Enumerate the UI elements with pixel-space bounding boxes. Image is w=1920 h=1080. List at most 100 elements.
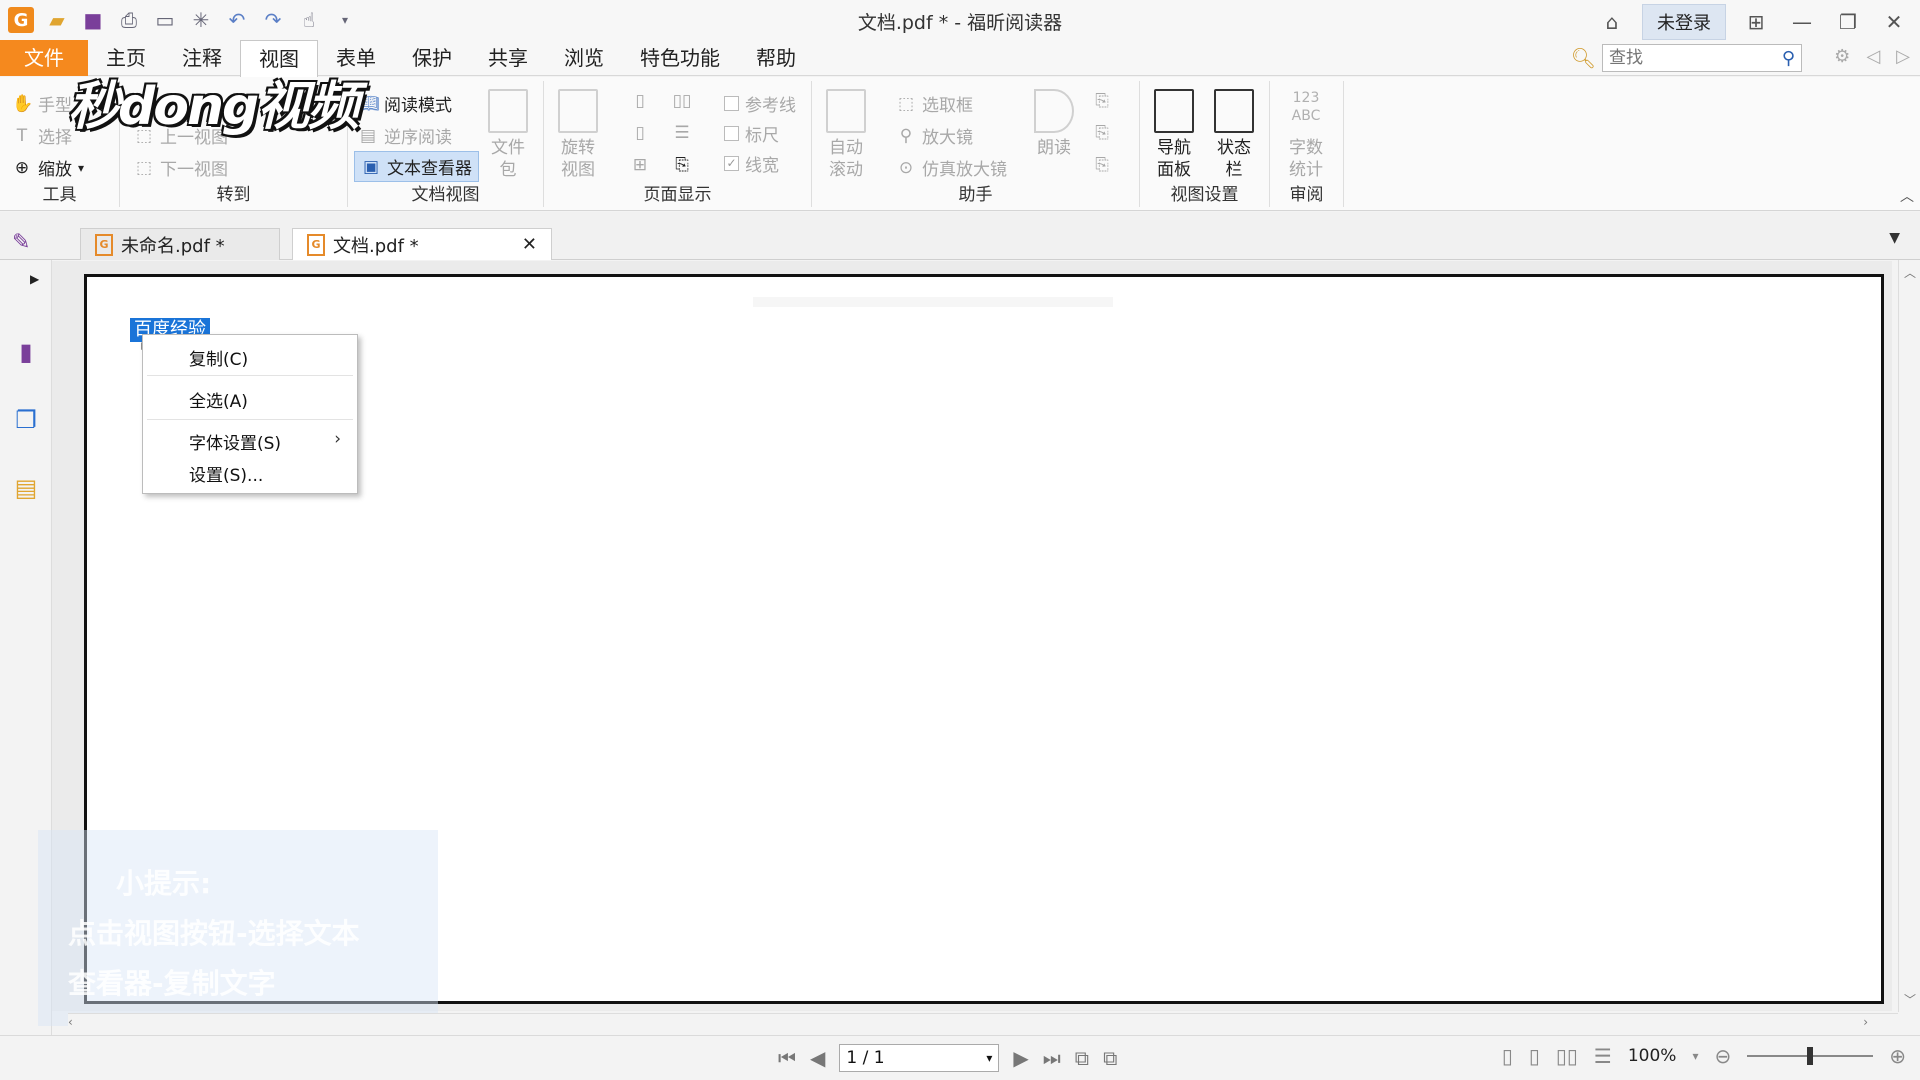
horizontal-scrollbar[interactable]: ‹ › xyxy=(68,1013,1898,1033)
collapse-ribbon-icon[interactable]: ︿ xyxy=(1900,186,1914,206)
scroll-left-icon[interactable]: ‹ xyxy=(68,1015,73,1029)
zoom-in-icon[interactable]: ⊕ xyxy=(1889,1044,1906,1068)
continuous-facing-mode-icon[interactable]: ☰ xyxy=(1594,1044,1612,1068)
file-package-button[interactable]: 文件包 xyxy=(488,89,528,181)
split-icon: ⊞ xyxy=(632,155,648,175)
marquee-button[interactable]: ⬚ 选取框 xyxy=(896,91,973,117)
document-tabs: ✎ G 未命名.pdf * G 文档.pdf * ✕ ▼ xyxy=(0,212,1920,260)
status-bar-button[interactable]: 状态栏 xyxy=(1214,89,1254,181)
reverse-read-button[interactable]: ▤ 逆序阅读 xyxy=(358,123,452,149)
loupe-icon: ⊙ xyxy=(898,157,914,178)
group-label-pagedisplay: 页面显示 xyxy=(643,185,712,205)
last-page-icon[interactable]: ⏭ xyxy=(1043,1046,1061,1070)
expand-panel-icon[interactable]: ▶ xyxy=(30,272,39,286)
text-viewer-button[interactable]: ▣ 文本查看器 xyxy=(354,151,479,182)
tab-browse[interactable]: 浏览 xyxy=(546,40,622,76)
restore-icon[interactable]: ❐ xyxy=(1832,7,1864,37)
next-page-icon[interactable]: ▶ xyxy=(1013,1046,1028,1070)
comments-panel-icon[interactable]: ▤ xyxy=(12,472,40,504)
rotate-view-button[interactable]: 旋转 视图 xyxy=(558,89,598,181)
text-viewer-icon: ▣ xyxy=(362,156,380,177)
settings-gear-icon[interactable]: ⚙ xyxy=(1834,46,1850,67)
guides-checkbox[interactable]: 参考线 xyxy=(724,91,796,116)
single-page-mode-icon[interactable]: ▯ xyxy=(1502,1044,1513,1068)
loupe-button[interactable]: ⊙ 仿真放大镜 xyxy=(896,155,1007,181)
read-aloud-opt1[interactable]: ⎘ xyxy=(1092,91,1112,111)
doc-tab-untitled[interactable]: G 未命名.pdf * xyxy=(80,228,280,260)
group-label-tools: 工具 xyxy=(42,185,77,205)
pages-panel-icon[interactable]: ❐ xyxy=(12,404,40,436)
facing-mode-icon[interactable]: ▯▯ xyxy=(1556,1044,1578,1068)
linewidth-checkbox[interactable]: ✓ 线宽 xyxy=(724,151,779,176)
close-tab-icon[interactable]: ✕ xyxy=(522,234,537,255)
next-view-icon: ⬚ xyxy=(135,157,153,178)
share-icon[interactable]: ⌂ xyxy=(1596,7,1628,37)
next-view-status-icon[interactable]: ⧉ xyxy=(1103,1046,1117,1070)
read-aloud-opt2[interactable]: ⎘ xyxy=(1092,123,1112,143)
menu-item-copy[interactable]: 复制(C) xyxy=(189,345,248,370)
tab-share[interactable]: 共享 xyxy=(470,40,546,76)
login-button[interactable]: 未登录 xyxy=(1642,4,1726,40)
reflow-button[interactable]: ⎘ xyxy=(672,155,692,175)
page-number-box[interactable]: 1 / 1 ▾ xyxy=(839,1044,1000,1072)
zoom-slider-handle[interactable] xyxy=(1807,1047,1814,1065)
single-page-button[interactable]: ▯ xyxy=(630,91,650,111)
status-bar: ⏮ ◀ 1 / 1 ▾ ▶ ⏭ ⧉ ⧉ ▯ ▯ ▯▯ ☰ 100% ▾ ⊖ ⊕ xyxy=(0,1035,1920,1080)
context-menu: 复制(C) 全选(A) 字体设置(S) › 设置(S)... xyxy=(142,334,358,494)
continuous-button[interactable]: ▯ xyxy=(630,123,650,143)
zoom-level[interactable]: 100% xyxy=(1628,1046,1677,1066)
pdf-file-icon: G xyxy=(307,233,325,256)
layout-grid-icon[interactable]: ⊞ xyxy=(1740,7,1772,37)
scroll-up-icon[interactable]: ︿ xyxy=(1904,264,1916,281)
prev-view-status-icon[interactable]: ⧉ xyxy=(1075,1046,1089,1070)
group-pagedisplay: 旋转 视图 ▯ ▯ ⊞ ▯▯ ☰ ⎘ 参考线 标尺 ✓ 线宽 页面显示 xyxy=(544,81,812,207)
select-tool-button[interactable]: T 选择 xyxy=(12,123,72,149)
scroll-down-icon[interactable]: ﹀ xyxy=(1904,991,1916,1008)
scroll-right-icon[interactable]: › xyxy=(1863,1015,1868,1029)
split-button[interactable]: ⊞ xyxy=(630,155,650,175)
nav-panel-button[interactable]: 导航 面板 xyxy=(1154,89,1194,181)
close-window-icon[interactable]: ✕ xyxy=(1878,7,1910,37)
zoom-dropdown-icon[interactable]: ▾ xyxy=(1692,1049,1698,1063)
vertical-scrollbar[interactable]: ︿ ﹀ xyxy=(1898,260,1920,1012)
facing-button[interactable]: ▯▯ xyxy=(672,91,692,111)
search-icon[interactable]: ⚲ xyxy=(1782,48,1795,69)
forward-arrow-icon[interactable]: ▷ xyxy=(1896,46,1910,67)
rotate-icon xyxy=(558,89,598,133)
magnifier-button[interactable]: ⚲ 放大镜 xyxy=(896,123,973,149)
next-view-button[interactable]: ⬚ 下一视图 xyxy=(134,155,228,181)
word-count-button[interactable]: 123 ABC 字数 统计 xyxy=(1284,89,1328,181)
group-assistant: 自动 滚动 ⬚ 选取框 ⚲ 放大镜 ⊙ 仿真放大镜 朗读 ⎘ ⎘ ⎘ 助手 xyxy=(812,81,1140,207)
pen-icon[interactable]: ✎ xyxy=(12,230,30,255)
text-select-icon: T xyxy=(16,125,28,146)
prev-page-icon[interactable]: ◀ xyxy=(810,1046,825,1070)
zoom-out-icon[interactable]: ⊖ xyxy=(1714,1044,1731,1068)
read-page-icon: ⎘ xyxy=(1095,91,1109,111)
first-page-icon[interactable]: ⏮ xyxy=(778,1046,796,1070)
tab-protect[interactable]: 保护 xyxy=(394,40,470,76)
ruler-checkbox[interactable]: 标尺 xyxy=(724,121,779,146)
tab-list-dropdown-icon[interactable]: ▼ xyxy=(1889,230,1900,246)
zoom-tool-button[interactable]: ⊕ 缩放 ▾ xyxy=(12,155,84,181)
menu-item-font-settings[interactable]: 字体设置(S) xyxy=(189,429,281,454)
continuous-mode-icon[interactable]: ▯ xyxy=(1529,1044,1540,1068)
back-arrow-icon[interactable]: ◁ xyxy=(1866,46,1880,67)
tab-features[interactable]: 特色功能 xyxy=(622,40,738,76)
tab-help[interactable]: 帮助 xyxy=(738,40,814,76)
bookmark-panel-icon[interactable]: ▮ xyxy=(12,336,40,368)
zoom-slider[interactable] xyxy=(1747,1047,1874,1065)
group-label-docview: 文档视图 xyxy=(411,185,480,205)
read-mode-button[interactable]: 📖︎ 阅读模式 xyxy=(358,91,452,117)
menu-item-select-all[interactable]: 全选(A) xyxy=(189,387,248,412)
read-aloud-button[interactable]: 朗读 xyxy=(1034,89,1074,159)
search-input[interactable] xyxy=(1609,48,1769,68)
search-folder-icon[interactable]: 🔍︎ xyxy=(1571,46,1596,70)
continuous-facing-button[interactable]: ☰ xyxy=(672,123,692,143)
doc-tab-document[interactable]: G 文档.pdf * ✕ xyxy=(292,228,552,260)
read-aloud-opt3[interactable]: ⎘ xyxy=(1092,155,1112,175)
hand-tool-button[interactable]: ✋ 手型 xyxy=(12,91,72,117)
auto-scroll-button[interactable]: 自动 滚动 xyxy=(826,89,866,181)
minimize-icon[interactable]: — xyxy=(1786,7,1818,37)
menu-item-settings[interactable]: 设置(S)... xyxy=(189,461,263,486)
speaker-icon xyxy=(1034,89,1074,133)
